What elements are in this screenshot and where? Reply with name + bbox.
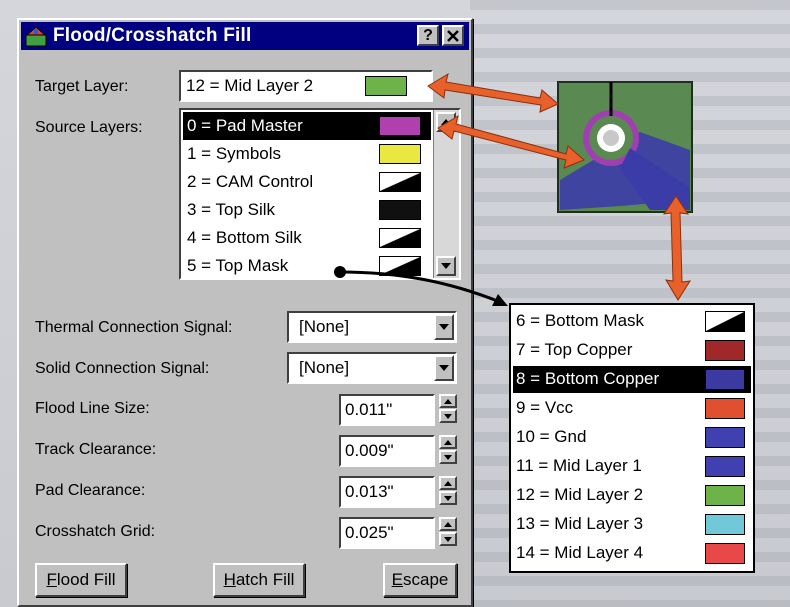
dropdown-layer-label: 13 = Mid Layer 3	[516, 514, 644, 533]
dropdown-layer-label: 12 = Mid Layer 2	[516, 485, 644, 504]
layer-color-swatch	[705, 398, 745, 419]
dropdown-layer-item[interactable]: 10 = Gnd	[513, 424, 751, 451]
dropdown-layer-label: 10 = Gnd	[516, 427, 587, 446]
dropdown-layer-item[interactable]: 9 = Vcc	[513, 395, 751, 422]
dropdown-layer-item[interactable]: 14 = Mid Layer 4	[513, 540, 751, 567]
layer-dropdown-list[interactable]: 6 = Bottom Mask 7 = Top Copper 8 = Bottom …	[509, 303, 755, 573]
pointer-arrow	[334, 266, 508, 306]
dropdown-layer-label: 9 = Vcc	[516, 398, 574, 417]
layer-color-swatch	[705, 514, 745, 535]
dropdown-layer-label: 6 = Bottom Mask	[516, 311, 645, 330]
dropdown-layer-item[interactable]: 11 = Mid Layer 1	[513, 453, 751, 480]
dropdown-layer-item[interactable]: 13 = Mid Layer 3	[513, 511, 751, 538]
dropdown-layer-item[interactable]: 8 = Bottom Copper	[513, 366, 751, 393]
dropdown-layer-item[interactable]: 12 = Mid Layer 2	[513, 482, 751, 509]
pcb-board	[557, 81, 693, 213]
dropdown-layer-label: 11 = Mid Layer 1	[516, 456, 642, 475]
layer-color-swatch	[705, 456, 745, 477]
dropdown-layer-label: 14 = Mid Layer 4	[516, 543, 644, 562]
layer-color-swatch	[705, 311, 745, 332]
dropdown-layer-label: 7 = Top Copper	[516, 340, 633, 359]
dropdown-layer-item[interactable]: 7 = Top Copper	[513, 337, 751, 364]
dropdown-layer-label: 8 = Bottom Copper	[516, 369, 660, 388]
dropdown-layer-item[interactable]: 6 = Bottom Mask	[513, 308, 751, 335]
layer-color-swatch	[705, 427, 745, 448]
layer-color-swatch	[705, 340, 745, 361]
layer-color-swatch	[705, 369, 745, 390]
layer-color-swatch	[705, 485, 745, 506]
layer-color-swatch	[705, 543, 745, 564]
